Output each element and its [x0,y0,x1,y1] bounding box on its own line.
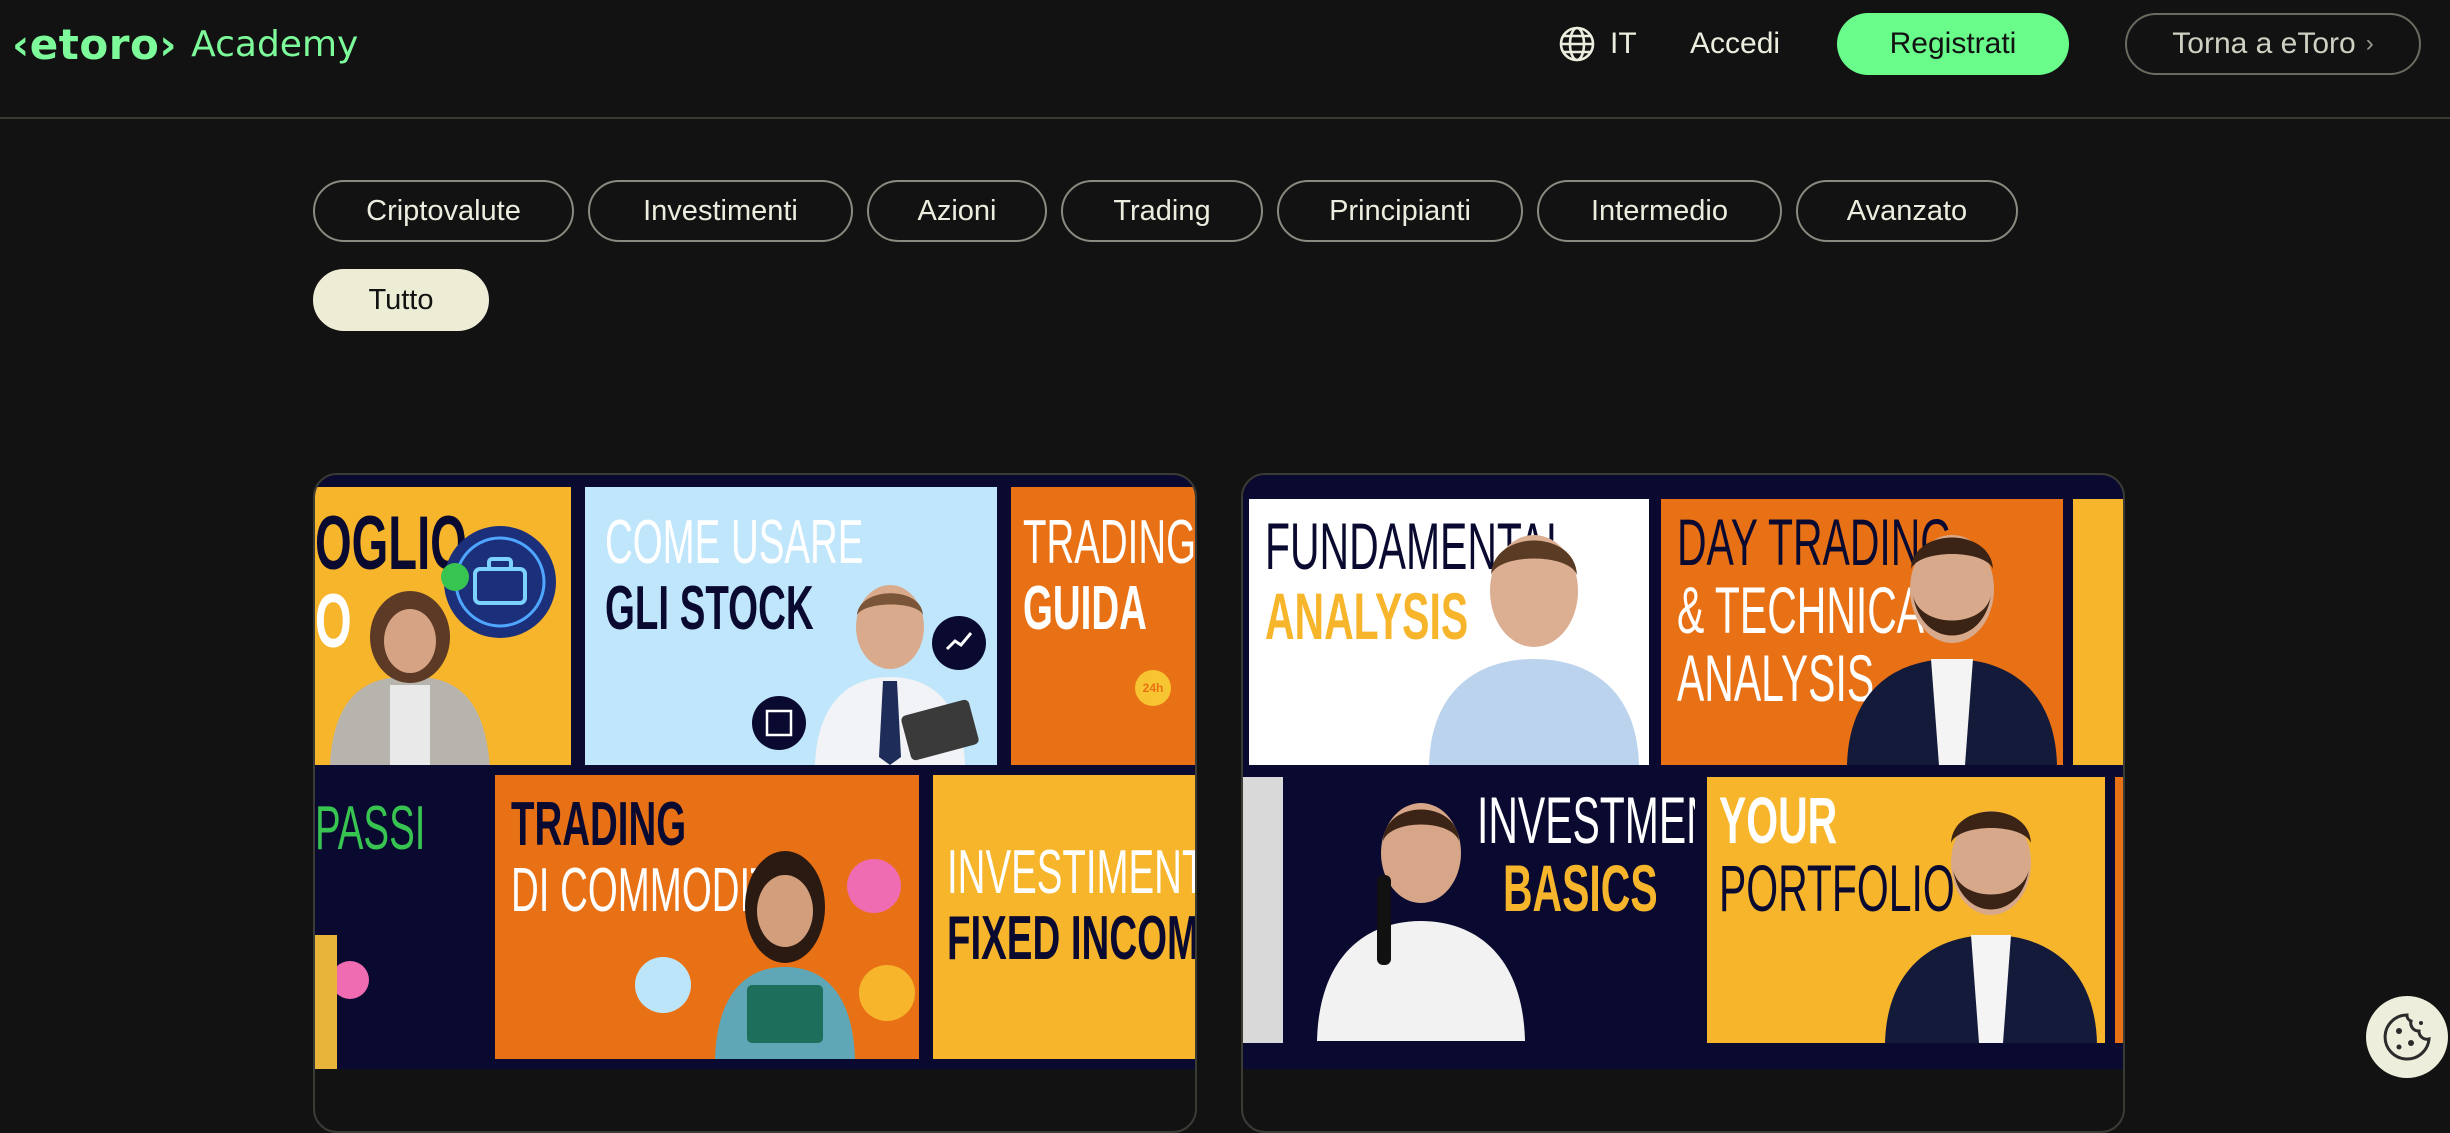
thumbnail-subtitle: GUIDA [1023,574,1147,643]
document-dollar-icon [752,696,806,750]
filter-chip-label: Azioni [917,194,997,227]
thumbnail-subtitle: GLI STOCK [605,574,814,643]
24h-badge-icon: 24h [1135,670,1171,706]
badge-icon [847,859,901,913]
course-thumbnail: DAY TRADING & TECHNICAL ANALYSIS [1661,499,2063,765]
man-photo [1847,535,2057,765]
course-thumbnail: YOUR PORTFOLIO [1707,777,2105,1043]
logo-academy: Academy [191,23,359,65]
person-edge [315,935,337,1069]
filter-chip-criptovalute[interactable]: Criptovalute [313,180,574,242]
cookie-icon [2383,1013,2431,1061]
course-thumbnail [1243,777,1283,1043]
course-thumbnail: OGLIO O [315,487,571,765]
filter-chip-trading[interactable]: Trading [1061,180,1263,242]
login-link[interactable]: Accedi [1690,22,1780,66]
course-thumbnail: TRADING DI COMMODITY [495,775,919,1059]
filter-chip-label: Tutto [368,283,434,316]
woman-photo [715,851,855,1059]
back-to-etoro-button[interactable]: Torna a eToro › [2125,13,2421,75]
thumbnail-title: TRADING [511,790,687,859]
briefcase-graphic [441,526,556,638]
category-filters: Criptovalute Investimenti Azioni Trading… [313,180,2033,331]
filter-chip-intermedio[interactable]: Intermedio [1537,180,1782,242]
filter-chip-label: Trading [1113,194,1211,227]
filter-chip-principianti[interactable]: Principianti [1277,180,1523,242]
thumbnail-title: PASSI [315,794,426,863]
course-card[interactable]: OGLIO O COME USARE GLI STOCK TRADING GUI… [313,473,1197,1133]
badge-icon [859,965,915,1021]
course-thumbnail [2073,499,2123,765]
chevron-right-icon: › [2365,30,2374,57]
filter-chip-label: Criptovalute [366,194,521,227]
register-button[interactable]: Registrati [1837,13,2069,75]
speaker-photo [1317,803,1525,1041]
etoro-academy-logo[interactable]: ‹etoro› Academy [12,14,358,74]
man-photo [1429,535,1639,765]
course-thumbnail: PASSI [315,775,483,1069]
course-card-artwork: OGLIO O COME USARE GLI STOCK TRADING GUI… [315,475,1195,1069]
course-thumbnail: FUNDAMENTAL ANALYSIS [1249,499,1649,765]
filter-chip-label: Investimenti [643,194,798,227]
language-label: IT [1610,27,1637,60]
course-thumbnail: INVESTIMENTI FIXED INCOME [933,775,1195,1059]
man-photo [1885,811,2097,1043]
thumbnail-title: INVESTIMENTI [947,838,1195,907]
course-card-artwork: FUNDAMENTAL ANALYSIS DAY TRADING & TECHN… [1243,475,2123,1069]
thumbnail-title: TRADING IND [1023,508,1195,577]
back-to-etoro-label: Torna a eToro [2172,27,2356,60]
course-thumbnail [2115,777,2123,1043]
filter-chip-avanzato[interactable]: Avanzato [1796,180,2018,242]
filter-chip-label: Intermedio [1590,194,1728,227]
filter-chip-label: Principianti [1329,194,1471,227]
course-thumbnail: COME USARE GLI STOCK [585,487,997,765]
filter-chip-tutto[interactable]: Tutto [313,269,489,331]
badge-icon [635,957,691,1013]
language-selector[interactable]: IT [1558,24,1637,64]
filter-chip-azioni[interactable]: Azioni [867,180,1047,242]
course-card[interactable]: FUNDAMENTAL ANALYSIS DAY TRADING & TECHN… [1241,473,2125,1133]
thumbnail-subtitle: FIXED INCOME [947,904,1195,973]
site-header: ‹etoro› Academy IT Accedi Registrati Tor… [0,0,2450,119]
globe-icon [1559,26,1595,62]
microphone-icon [1377,875,1391,965]
course-thumbnail: INVESTMENT BASICS [1291,775,1695,1069]
thumbnail-title: YOUR [1719,783,1838,857]
logo-brand: ‹etoro› [12,19,178,69]
filter-chip-label: Avanzato [1846,194,1968,227]
chart-coin-icon [932,616,986,670]
course-thumbnail: TRADING IND GUIDA 24h [1011,487,1195,765]
cookie-settings-button[interactable] [2366,996,2448,1078]
filter-chip-investimenti[interactable]: Investimenti [588,180,853,242]
